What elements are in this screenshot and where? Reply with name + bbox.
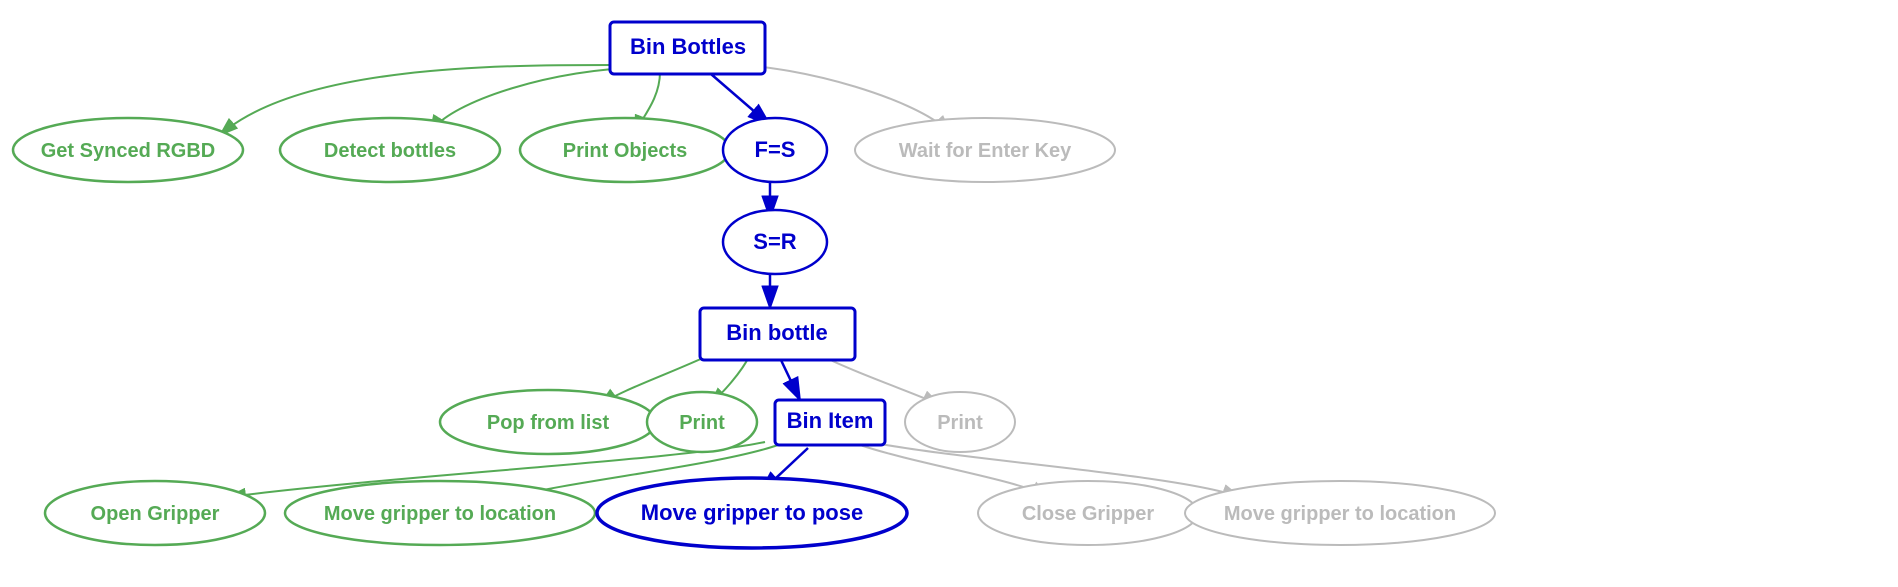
node-bin-bottles: Bin Bottles bbox=[610, 22, 765, 74]
flowchart-svg: Bin Bottles Get Synced RGBD Detect bottl… bbox=[0, 0, 1898, 587]
label-fes: F=S bbox=[755, 137, 796, 162]
label-move-gripper-loc1: Move gripper to location bbox=[324, 503, 556, 525]
label-bin-bottle: Bin bottle bbox=[726, 320, 827, 345]
node-print-gray: Print bbox=[905, 392, 1015, 452]
label-open-gripper: Open Gripper bbox=[91, 503, 220, 525]
node-move-gripper-loc2: Move gripper to location bbox=[1185, 481, 1495, 545]
node-bin-bottle: Bin bottle bbox=[700, 308, 855, 360]
label-pop-from-list: Pop from list bbox=[487, 412, 610, 434]
node-detect-bottles: Detect bottles bbox=[280, 118, 500, 182]
label-move-gripper-loc2: Move gripper to location bbox=[1224, 503, 1456, 525]
label-print-green: Print bbox=[679, 412, 725, 434]
label-print-gray: Print bbox=[937, 412, 983, 434]
node-ser: S=R bbox=[723, 210, 827, 274]
label-detect-bottles: Detect bottles bbox=[324, 140, 456, 162]
label-close-gripper: Close Gripper bbox=[1022, 503, 1154, 525]
label-bin-item: Bin Item bbox=[787, 408, 874, 433]
node-fes: F=S bbox=[723, 118, 827, 182]
node-print-green: Print bbox=[647, 392, 757, 452]
arrow-bin-bottles-to-fes bbox=[704, 68, 770, 125]
node-move-gripper-loc1: Move gripper to location bbox=[285, 481, 595, 545]
label-get-synced-rgbd: Get Synced RGBD bbox=[41, 140, 215, 162]
node-open-gripper: Open Gripper bbox=[45, 481, 265, 545]
label-wait-enter: Wait for Enter Key bbox=[899, 140, 1072, 162]
node-get-synced-rgbd: Get Synced RGBD bbox=[13, 118, 243, 182]
label-bin-bottles: Bin Bottles bbox=[630, 34, 746, 59]
node-pop-from-list: Pop from list bbox=[440, 390, 656, 454]
label-move-gripper-pose: Move gripper to pose bbox=[641, 500, 863, 525]
node-print-objects: Print Objects bbox=[520, 118, 730, 182]
label-print-objects: Print Objects bbox=[563, 140, 687, 162]
arrow-bin-bottle-to-bin-item bbox=[780, 358, 800, 400]
node-close-gripper: Close Gripper bbox=[978, 481, 1198, 545]
node-wait-enter: Wait for Enter Key bbox=[855, 118, 1115, 182]
node-bin-item: Bin Item bbox=[775, 400, 885, 445]
arrow-bin-bottle-to-print-gray bbox=[820, 355, 940, 405]
node-move-gripper-pose: Move gripper to pose bbox=[597, 478, 907, 548]
label-ser: S=R bbox=[753, 229, 797, 254]
